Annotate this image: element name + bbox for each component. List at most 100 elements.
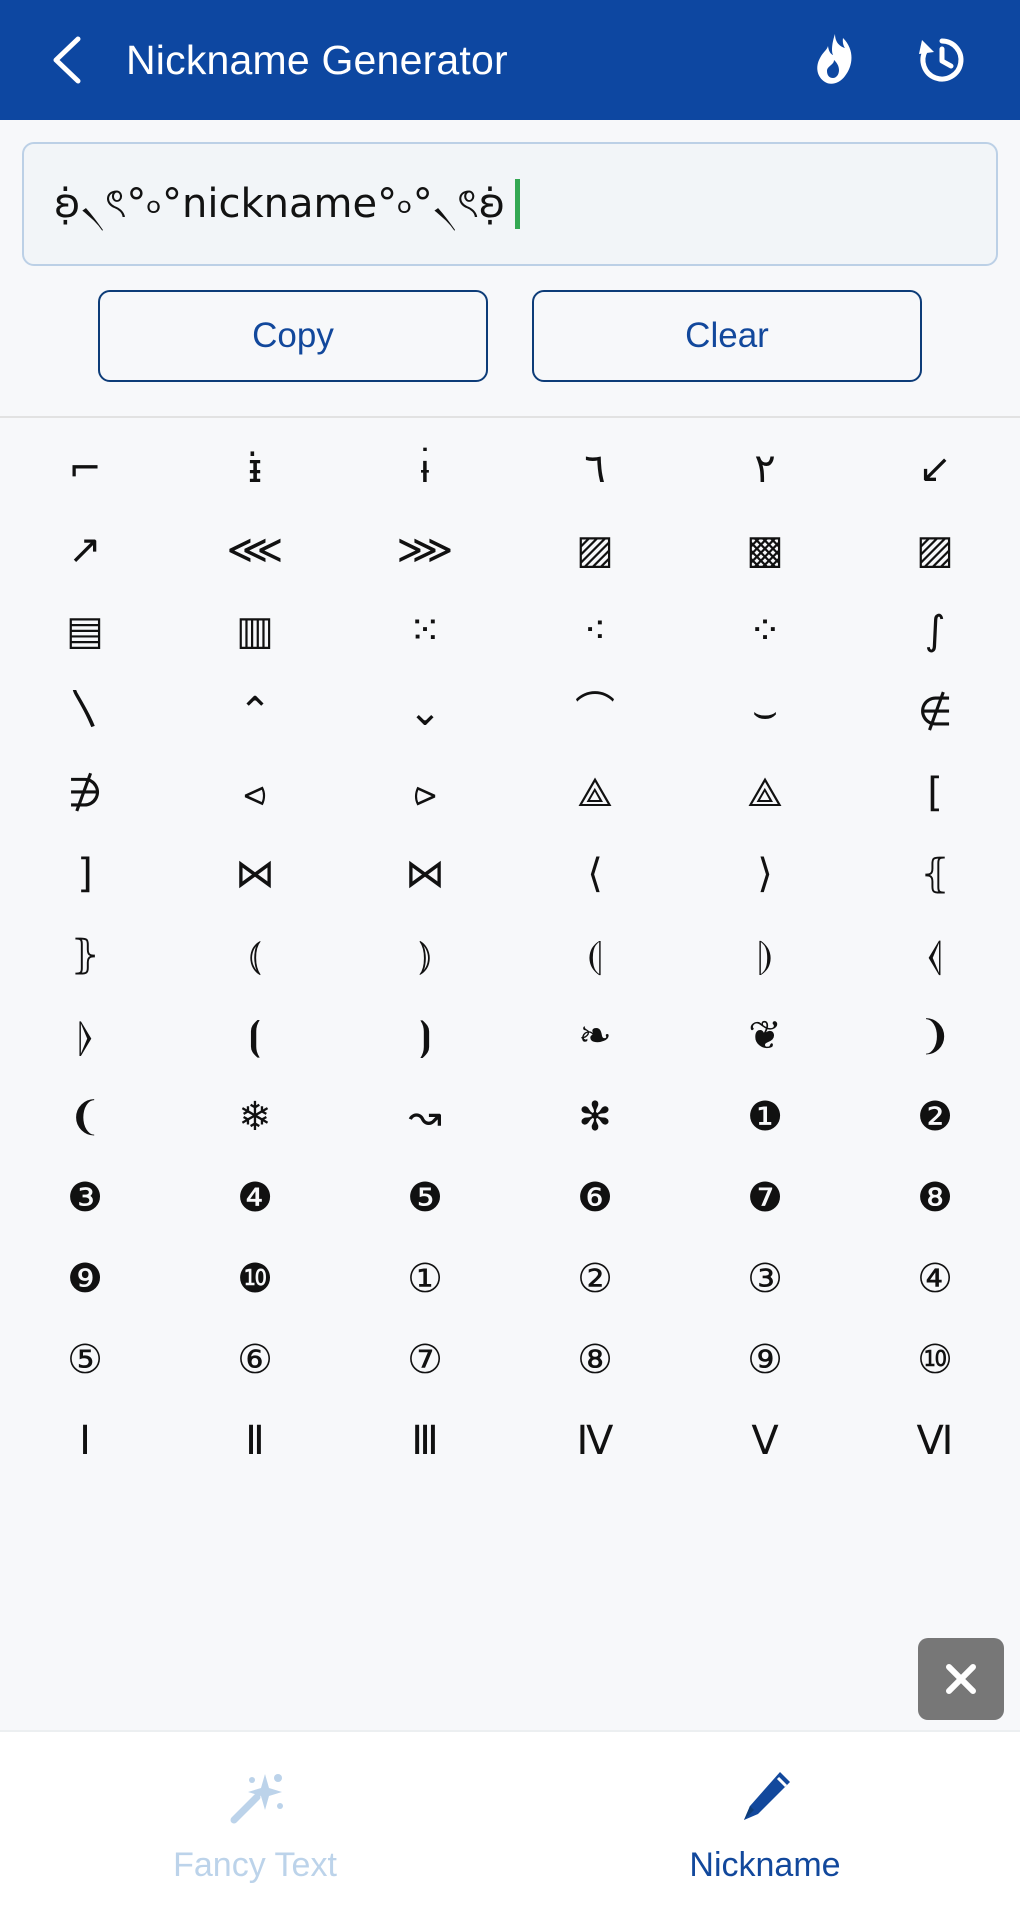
symbol-cell[interactable]: ❻ xyxy=(510,1157,680,1238)
symbol-cell[interactable]: ↙ xyxy=(850,428,1020,509)
symbol-cell[interactable]: ❦ xyxy=(680,995,850,1076)
symbol-cell[interactable]: Ⅳ xyxy=(510,1400,680,1481)
action-button-row: Copy Clear xyxy=(0,266,1020,416)
symbol-cell[interactable]: ⪦ xyxy=(170,752,340,833)
symbol-cell[interactable]: ⟩ xyxy=(680,833,850,914)
symbol-cell[interactable]: ᵼ̇ xyxy=(340,428,510,509)
symbol-cell[interactable]: ⑤ xyxy=(0,1319,170,1400)
symbol-cell[interactable]: ∉ xyxy=(850,671,1020,752)
symbol-cell[interactable]: ⦊ xyxy=(0,995,170,1076)
nav-label-fancy-text: Fancy Text xyxy=(173,1845,337,1884)
symbol-cell[interactable]: ⑥ xyxy=(170,1319,340,1400)
symbol-cell[interactable]: ⦃ xyxy=(850,833,1020,914)
symbol-cell[interactable]: ⦇ xyxy=(510,914,680,995)
page-title: Nickname Generator xyxy=(126,36,508,83)
history-icon xyxy=(919,38,964,82)
symbol-cell[interactable]: ᵻ̇ xyxy=(170,428,340,509)
symbol-cell[interactable]: Ⅵ xyxy=(850,1400,1020,1481)
symbol-cell[interactable]: ↝ xyxy=(340,1076,510,1157)
editor-panel: ʚ̣̇৲ৎ°৹°nickname°৹°৲ৎʚ̣̇ xyxy=(0,120,1020,266)
symbol-cell[interactable]: ▥ xyxy=(170,590,340,671)
symbol-cell[interactable]: ⋈ xyxy=(170,833,340,914)
app-bar: Nickname Generator xyxy=(0,0,1020,120)
app-bar-actions xyxy=(806,32,984,88)
symbol-cell[interactable]: ▨ xyxy=(850,509,1020,590)
symbol-cell[interactable]: ⌣ xyxy=(680,671,850,752)
symbol-cell[interactable]: ❶ xyxy=(680,1076,850,1157)
close-keyboard-button[interactable] xyxy=(918,1638,1004,1720)
symbol-cell[interactable]: ❩ xyxy=(850,995,1020,1076)
symbol-cell[interactable]: ⋘ xyxy=(170,509,340,590)
symbol-cell[interactable]: ✻ xyxy=(510,1076,680,1157)
symbol-cell[interactable]: ▩ xyxy=(680,509,850,590)
symbol-cell[interactable]: ∌ xyxy=(0,752,170,833)
symbol-cell[interactable]: ❨ xyxy=(0,1076,170,1157)
symbol-cell[interactable]: ⦉ xyxy=(850,914,1020,995)
symbol-cell[interactable]: ⦄ xyxy=(0,914,170,995)
symbol-cell[interactable]: 〵 xyxy=(0,671,170,752)
symbol-cell[interactable]: ⌒ xyxy=(510,671,680,752)
symbol-cell[interactable]: ❷ xyxy=(850,1076,1020,1157)
clear-button[interactable]: Clear xyxy=(532,290,922,382)
nav-label-nickname: Nickname xyxy=(689,1845,841,1884)
symbol-cell[interactable]: ⦈ xyxy=(680,914,850,995)
symbol-cell[interactable]: ④ xyxy=(850,1238,1020,1319)
symbol-cell[interactable]: ⑩ xyxy=(850,1319,1020,1400)
symbol-cell[interactable]: ⦗ xyxy=(170,995,340,1076)
symbol-cell[interactable]: [ xyxy=(850,752,1020,833)
symbol-cell[interactable]: ① xyxy=(340,1238,510,1319)
symbol-cell[interactable]: ❽ xyxy=(850,1157,1020,1238)
nav-item-nickname[interactable]: Nickname xyxy=(510,1732,1020,1920)
nickname-input[interactable]: ʚ̣̇৲ৎ°৹°nickname°৹°৲ৎʚ̣̇ xyxy=(22,142,998,266)
symbol-cell[interactable]: ❿ xyxy=(170,1238,340,1319)
symbol-cell[interactable]: ٦ xyxy=(510,428,680,509)
symbol-cell[interactable]: ▤ xyxy=(0,590,170,671)
symbol-cell[interactable]: ⋙ xyxy=(340,509,510,590)
symbol-cell[interactable]: ⑨ xyxy=(680,1319,850,1400)
symbol-cell[interactable]: ٢ xyxy=(680,428,850,509)
symbol-cell[interactable]: ⑦ xyxy=(340,1319,510,1400)
symbol-cell[interactable]: Ⅴ xyxy=(680,1400,850,1481)
symbol-cell[interactable]: ⌄ xyxy=(340,671,510,752)
app-root: Nickname Generator ʚ̣̇৲ৎ°৹°nickname°৹°৲ৎ… xyxy=(0,0,1020,1920)
symbol-cell[interactable]: ❧ xyxy=(510,995,680,1076)
nickname-input-value: ʚ̣̇৲ৎ°৹°nickname°৹°৲ৎʚ̣̇ xyxy=(54,181,506,227)
trending-button[interactable] xyxy=(806,32,862,88)
back-button[interactable] xyxy=(36,28,100,92)
symbol-cell[interactable]: ⁙ xyxy=(340,590,510,671)
symbol-cell[interactable]: ⁖ xyxy=(510,590,680,671)
symbol-cell[interactable]: ⟨ xyxy=(510,833,680,914)
symbol-cell[interactable]: ❾ xyxy=(0,1238,170,1319)
symbol-cell[interactable]: ▨ xyxy=(510,509,680,590)
symbol-cell[interactable]: Ⅰ xyxy=(0,1400,170,1481)
nav-item-fancy-text[interactable]: Fancy Text xyxy=(0,1732,510,1920)
symbol-cell[interactable]: Ⅲ xyxy=(340,1400,510,1481)
symbol-cell[interactable]: ② xyxy=(510,1238,680,1319)
chevron-left-icon xyxy=(53,36,81,84)
symbol-cell[interactable]: ∫ xyxy=(850,590,1020,671)
flame-icon xyxy=(817,34,852,84)
symbol-cell[interactable]: ⌐ xyxy=(0,428,170,509)
symbol-cell[interactable]: ] xyxy=(0,833,170,914)
symbol-cell[interactable]: ❺ xyxy=(340,1157,510,1238)
copy-button[interactable]: Copy xyxy=(98,290,488,382)
symbol-cell[interactable]: ❄ xyxy=(170,1076,340,1157)
symbol-cell[interactable]: ⦆ xyxy=(340,914,510,995)
history-button[interactable] xyxy=(914,32,970,88)
symbol-cell[interactable]: ↗ xyxy=(0,509,170,590)
symbol-cell[interactable]: ⟁ xyxy=(680,752,850,833)
symbol-cell[interactable]: ❹ xyxy=(170,1157,340,1238)
symbol-cell[interactable]: ❼ xyxy=(680,1157,850,1238)
symbol-cell[interactable]: ⦘ xyxy=(340,995,510,1076)
symbol-cell[interactable]: ❸ xyxy=(0,1157,170,1238)
symbol-cell[interactable]: ⦅ xyxy=(170,914,340,995)
symbol-cell[interactable]: ⌃ xyxy=(170,671,340,752)
symbol-cell[interactable]: Ⅱ xyxy=(170,1400,340,1481)
symbol-cell[interactable]: ⑧ xyxy=(510,1319,680,1400)
symbol-cell[interactable]: ③ xyxy=(680,1238,850,1319)
symbol-cell[interactable]: ⋈ xyxy=(340,833,510,914)
symbol-cell[interactable]: ⁘ xyxy=(680,590,850,671)
symbol-grid: ⌐ ᵻ̇ ᵼ̇ ٦ ٢ ↙ ↗ ⋘ ⋙ ▨ ▩ ▨ ▤ ▥ ⁙ ⁖ ⁘ ∫ 〵 ⌃ ⌄ ⌒ ⌣ ∉ ∌ ⪦ ⪧ ⟁ ⟁[] ⋈ ⋈ ⟨ ⟩ ⦃ ⦄ ⦅… xyxy=(0,418,1020,1730)
symbol-cell[interactable]: ⪧ xyxy=(340,752,510,833)
symbol-cell[interactable]: ⟁ xyxy=(510,752,680,833)
